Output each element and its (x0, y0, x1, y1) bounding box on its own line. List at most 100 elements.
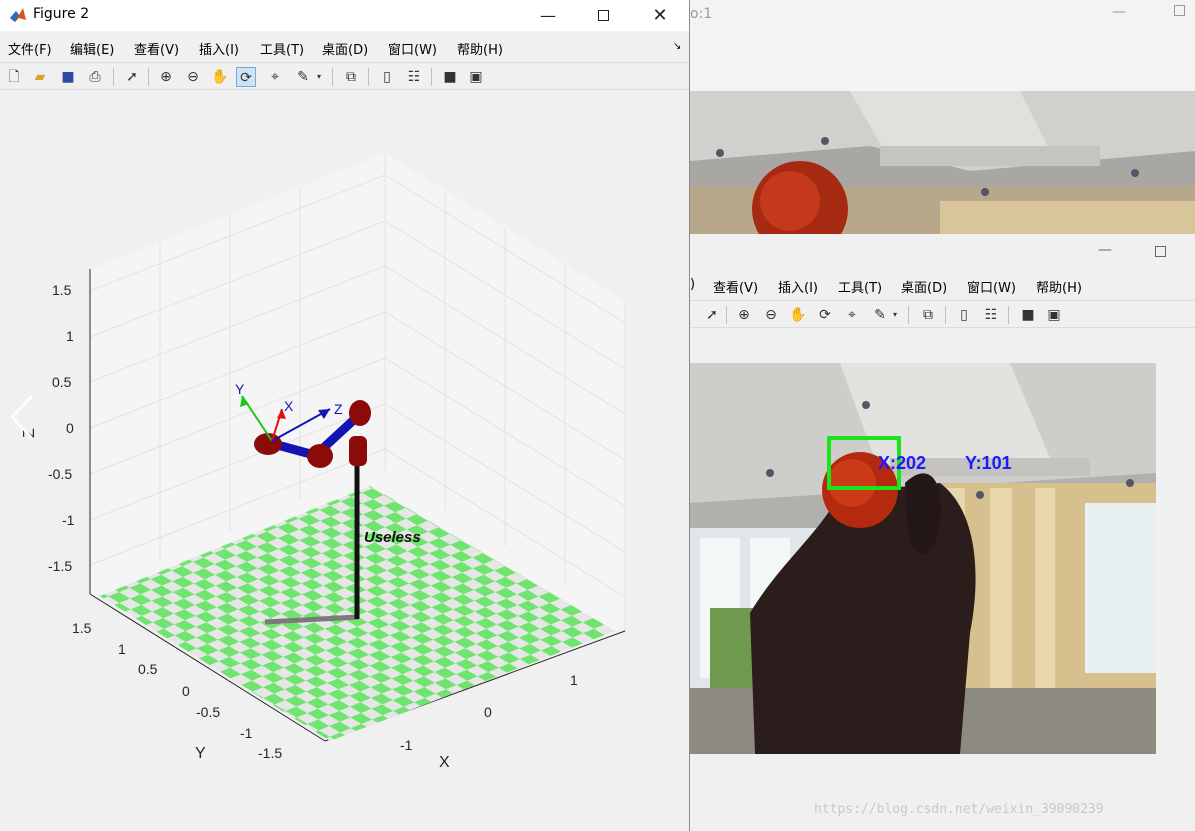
menu-tools[interactable]: 工具(T) (838, 277, 882, 296)
z-tick: -0.5 (48, 466, 72, 482)
hide-plot-tools-icon[interactable]: ■ (1018, 305, 1038, 325)
zoom-out-icon[interactable]: ⊖ (183, 67, 203, 87)
background-window-title: o:1 (690, 6, 713, 22)
menu-insert[interactable]: 插入(I) (778, 277, 818, 296)
figure2-menu-bar: 文件(F) 编辑(E) 查看(V) 插入(I) 工具(T) 桌面(D) 窗口(W… (0, 35, 689, 59)
menu-view[interactable]: 查看(V) (134, 39, 179, 58)
dock-arrow-icon[interactable]: ↘ (673, 41, 681, 52)
z-tick: 0.5 (52, 374, 72, 390)
toolbar-separator (726, 306, 727, 324)
tracking-y-label: Y:101 (965, 453, 1012, 473)
data-cursor-icon[interactable]: ⌖ (842, 305, 862, 325)
toolbar-separator (908, 306, 909, 324)
save-icon[interactable]: ■ (58, 67, 78, 87)
z-tick: -1.5 (48, 558, 72, 574)
z-tick: -1 (62, 512, 75, 528)
robot-3d-plot[interactable]: Y X Z Useless 1.5 1 0.5 0 -0.5 -1 -1.5 Z… (0, 91, 690, 831)
colorbar-icon[interactable]: ▯ (954, 305, 974, 325)
brush-icon[interactable]: ✎ (293, 67, 313, 87)
menu-window[interactable]: 窗口(W) (388, 39, 437, 58)
tracking-x-label: X:202 (878, 453, 926, 473)
pan-hand-icon[interactable]: ✋ (788, 305, 808, 325)
figure2-window: Figure 2 — ✕ 文件(F) 编辑(E) 查看(V) 插入(I) 工具(… (0, 0, 690, 831)
dropdown-arrow-icon[interactable]: ▾ (890, 305, 900, 325)
minimize-button[interactable]: — (525, 0, 571, 31)
zoom-out-icon[interactable]: ⊖ (761, 305, 781, 325)
zoom-in-icon[interactable]: ⊕ (734, 305, 754, 325)
toolbar-separator (368, 68, 369, 86)
x-axis-label: X (439, 754, 450, 771)
matlab-logo-icon (9, 6, 27, 24)
toolbar-separator (113, 68, 114, 86)
toolbar-separator (945, 306, 946, 324)
x-tick: 1 (570, 672, 578, 688)
y-tick: 1.5 (72, 620, 92, 636)
camera-image-back (690, 91, 1195, 234)
menu-help[interactable]: 帮助(H) (1036, 277, 1082, 296)
show-plot-tools-icon[interactable]: ▣ (1044, 305, 1064, 325)
menu-desktop[interactable]: 桌面(D) (322, 39, 368, 58)
frame-z-label: Z (334, 401, 343, 417)
menu-item[interactable]: ) (690, 277, 695, 292)
menu-tools[interactable]: 工具(T) (260, 39, 304, 58)
camera-figure-window: — ) 查看(V) 插入(I) 工具(T) 桌面(D) 窗口(W) 帮助(H) … (690, 234, 1195, 831)
y-tick: -1 (240, 725, 253, 741)
legend-icon[interactable]: ☷ (981, 305, 1001, 325)
dropdown-arrow-icon[interactable]: ▾ (314, 67, 324, 87)
watermark: https://blog.csdn.net/weixin_39090239 (814, 802, 1104, 817)
maximize-button[interactable] (1174, 5, 1185, 16)
pointer-icon[interactable]: ➚ (122, 67, 142, 87)
figure2-titlebar: Figure 2 — ✕ (0, 0, 689, 31)
window-title: Figure 2 (33, 6, 90, 22)
camera-image: X:202 Y:101 (690, 363, 1156, 754)
camera-menu-bar: ) 查看(V) 插入(I) 工具(T) 桌面(D) 窗口(W) 帮助(H) (690, 273, 1195, 297)
z-tick: 0 (66, 420, 74, 436)
close-button[interactable]: ✕ (637, 0, 683, 31)
link-plot-icon[interactable]: ⧉ (918, 305, 938, 325)
y-tick: 1 (118, 641, 126, 657)
menu-view[interactable]: 查看(V) (713, 277, 758, 296)
y-axis-label: Y (195, 745, 206, 762)
z-axis-ticks: 1.5 1 0.5 0 -0.5 -1 -1.5 (48, 282, 75, 574)
open-folder-icon[interactable]: ▰ (30, 67, 50, 87)
frame-x-label: X (284, 398, 294, 414)
show-plot-tools-icon[interactable]: ▣ (466, 67, 486, 87)
rotate-3d-icon[interactable]: ⟳ (815, 305, 835, 325)
x-tick: -1 (400, 737, 413, 753)
toolbar-separator (1008, 306, 1009, 324)
brush-icon[interactable]: ✎ (870, 305, 890, 325)
colorbar-icon[interactable]: ▯ (377, 67, 397, 87)
zoom-in-icon[interactable]: ⊕ (156, 67, 176, 87)
new-file-icon[interactable]: 🗋 (4, 67, 24, 87)
menu-edit[interactable]: 编辑(E) (70, 39, 114, 58)
print-icon[interactable]: ⎙ (85, 67, 105, 87)
menu-desktop[interactable]: 桌面(D) (901, 277, 947, 296)
menu-insert[interactable]: 插入(I) (199, 39, 239, 58)
menu-window[interactable]: 窗口(W) (967, 277, 1016, 296)
menu-file[interactable]: 文件(F) (8, 39, 52, 58)
z-tick: 1.5 (52, 282, 72, 298)
hide-plot-tools-icon[interactable]: ■ (440, 67, 460, 87)
minimize-button[interactable]: — (1098, 242, 1112, 258)
background-figure-window: o:1 — (690, 0, 1195, 234)
maximize-button[interactable] (580, 0, 626, 31)
data-cursor-icon[interactable]: ⌖ (265, 67, 285, 87)
y-tick: 0 (182, 683, 190, 699)
toolbar-separator (431, 68, 432, 86)
minimize-button[interactable]: — (1112, 4, 1126, 20)
camera-toolbar: ➚ ⊕ ⊖ ✋ ⟳ ⌖ ✎ ▾ ⧉ ▯ ☷ ■ ▣ (690, 300, 1195, 328)
z-tick: 1 (66, 328, 74, 344)
maximize-button[interactable] (1155, 246, 1166, 257)
rotate-3d-icon[interactable]: ⟳ (236, 67, 256, 87)
y-tick: -1.5 (258, 745, 282, 761)
frame-y-label: Y (235, 381, 245, 397)
figure2-toolbar: 🗋 ▰ ■ ⎙ ➚ ⊕ ⊖ ✋ ⟳ ⌖ ✎ ▾ ⧉ ▯ ☷ ■ ▣ (0, 62, 689, 90)
toolbar-separator (332, 68, 333, 86)
menu-help[interactable]: 帮助(H) (457, 39, 503, 58)
robot-name-label: Useless (364, 529, 421, 546)
legend-icon[interactable]: ☷ (404, 67, 424, 87)
pointer-icon[interactable]: ➚ (702, 305, 722, 325)
y-tick: 0.5 (138, 661, 158, 677)
link-plot-icon[interactable]: ⧉ (341, 67, 361, 87)
pan-hand-icon[interactable]: ✋ (210, 67, 230, 87)
